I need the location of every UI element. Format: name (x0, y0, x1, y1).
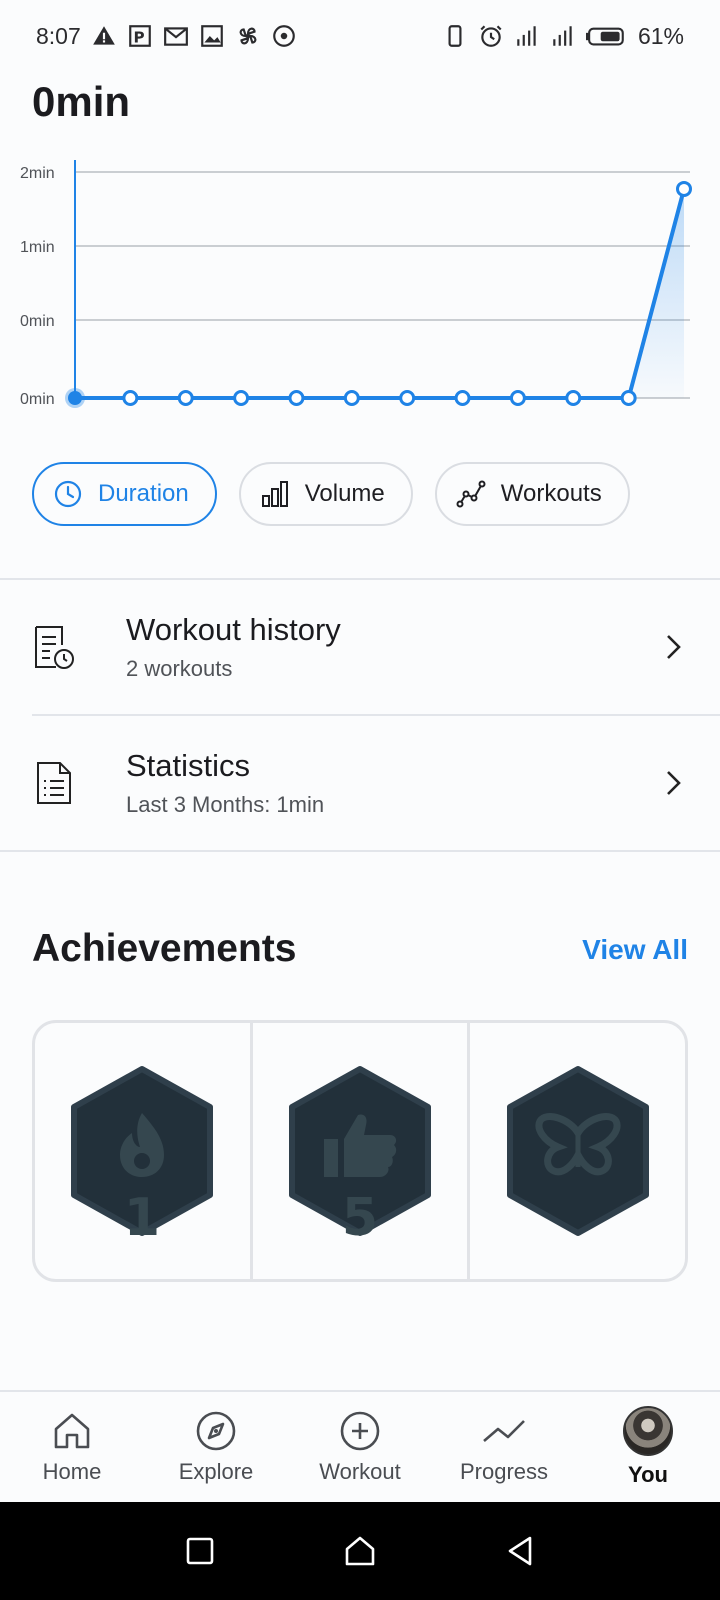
statistics-row[interactable]: Statistics Last 3 Months: 1min (0, 716, 720, 850)
metric-chips: Duration Volume Workouts (32, 462, 630, 526)
achievements-title: Achievements (32, 927, 297, 970)
warning-icon (91, 23, 117, 49)
workout-history-subtitle: 2 workouts (126, 656, 233, 681)
alarm-icon (478, 23, 504, 49)
nav-explore[interactable]: Explore (144, 1392, 288, 1502)
summary-value: 0min (32, 78, 131, 125)
vibrate-icon (442, 23, 468, 49)
bottom-navigation: Home Explore Workout Progress You (0, 1390, 720, 1502)
battery-percent: 61% (637, 22, 684, 49)
y-tick-label: 1min (20, 239, 55, 256)
plus-circle-icon (340, 1411, 380, 1451)
compass-icon (196, 1411, 236, 1451)
nav-home[interactable]: Home (0, 1392, 144, 1502)
data-point (288, 390, 305, 406)
data-point (122, 390, 139, 406)
data-point (233, 390, 250, 406)
back-icon[interactable] (502, 1533, 538, 1569)
view-all-link[interactable]: View All (582, 934, 688, 966)
gallery-icon (199, 23, 225, 49)
statistics-title: Statistics (126, 748, 251, 783)
history-document-icon (32, 623, 76, 671)
workouts-chip[interactable]: Workouts (434, 462, 630, 526)
duration-chart: 2min 1min 0min 0min (20, 160, 692, 408)
workouts-chip-label: Workouts (500, 480, 602, 507)
butterfly-badge-icon (506, 1066, 649, 1236)
home-icon (54, 1413, 90, 1449)
y-tick-label: 0min (20, 313, 55, 330)
volume-chip-label: Volume (304, 480, 385, 507)
data-point (620, 390, 637, 406)
achievement-badge[interactable]: 5 (253, 1023, 471, 1279)
nav-you[interactable]: You (576, 1392, 720, 1502)
data-point (509, 390, 526, 406)
home-icon[interactable] (342, 1533, 378, 1569)
nav-workout-label: Workout (319, 1459, 401, 1484)
data-point (68, 391, 82, 405)
workout-history-title: Workout history (126, 612, 341, 647)
flame-badge-icon: 1 (71, 1066, 214, 1239)
achievement-badge[interactable]: 1 (35, 1023, 253, 1279)
volume-chip[interactable]: Volume (238, 462, 413, 526)
nav-workout[interactable]: Workout (288, 1392, 432, 1502)
y-tick-label: 2min (20, 165, 55, 182)
nav-you-label: You (628, 1462, 668, 1487)
nav-progress[interactable]: Progress (432, 1392, 576, 1502)
status-bar: 8:07 P 61% (0, 0, 720, 72)
series-line (75, 188, 686, 400)
gmail-icon (163, 23, 189, 49)
signal-icon (550, 23, 576, 49)
data-point (676, 180, 692, 197)
clock-icon (54, 480, 82, 508)
system-navigation-bar (0, 1502, 720, 1600)
workout-history-row[interactable]: Workout history 2 workouts (0, 580, 720, 714)
nav-progress-label: Progress (459, 1459, 549, 1484)
battery-icon (585, 23, 628, 49)
line-chart-icon (456, 480, 486, 508)
signal-icon (514, 23, 540, 49)
avatar (623, 1406, 673, 1456)
duration-chip[interactable]: Duration (32, 462, 217, 526)
recents-icon[interactable] (182, 1533, 218, 1569)
parking-icon: P (127, 23, 153, 49)
divider (0, 850, 720, 852)
nav-home-label: Home (42, 1459, 102, 1484)
duration-chip-label: Duration (98, 480, 189, 507)
status-time: 8:07 (36, 22, 81, 49)
badge-number: 5 (342, 1188, 378, 1239)
thumbs-up-badge-icon: 5 (289, 1066, 431, 1239)
pinwheel-icon (235, 23, 261, 49)
data-point (343, 390, 360, 406)
data-point (565, 390, 582, 406)
svg-text:P: P (133, 29, 144, 47)
data-point (177, 390, 194, 406)
target-icon (271, 23, 297, 49)
statistics-document-icon (32, 759, 76, 807)
achievements-card: 1 5 (32, 1020, 688, 1282)
nav-explore-label: Explore (178, 1459, 254, 1484)
data-point (454, 390, 471, 406)
chevron-right-icon (667, 635, 681, 659)
badge-number: 1 (124, 1188, 160, 1239)
data-point (399, 390, 416, 406)
chevron-right-icon (667, 771, 681, 795)
y-tick-label: 0min (20, 391, 55, 408)
bar-chart-icon (261, 481, 288, 507)
statistics-subtitle: Last 3 Months: 1min (126, 792, 325, 817)
trend-icon (483, 1420, 525, 1442)
achievement-badge[interactable] (470, 1023, 685, 1279)
